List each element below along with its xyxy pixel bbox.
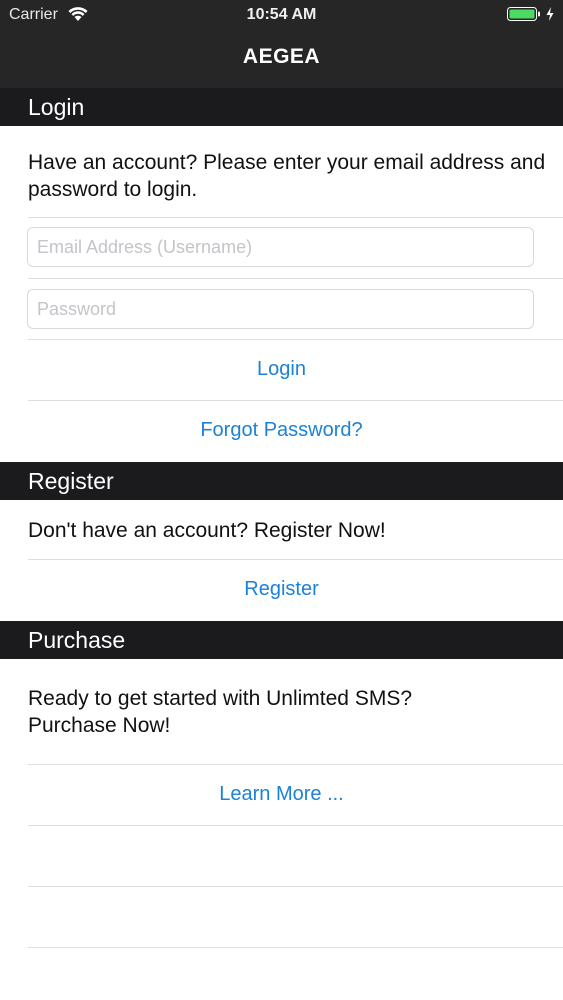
divider — [28, 400, 563, 401]
navigation-bar: Carrier 10:54 AM AEGEA — [0, 0, 563, 88]
status-time: 10:54 AM — [246, 6, 317, 23]
learn-more-button[interactable]: Learn More ... — [0, 783, 563, 806]
login-prompt: Have an account? Please enter your email… — [28, 151, 546, 201]
login-header-label: Login — [28, 94, 85, 120]
register-button[interactable]: Register — [0, 578, 563, 601]
divider — [28, 559, 563, 560]
divider — [28, 825, 563, 826]
divider — [28, 217, 563, 218]
register-section-header: Register — [0, 462, 563, 500]
divider — [28, 947, 563, 948]
login-button[interactable]: Login — [0, 358, 563, 381]
charging-bolt-icon — [546, 7, 554, 21]
battery-icon — [507, 7, 540, 21]
divider — [28, 339, 563, 340]
divider — [28, 278, 563, 279]
register-header-label: Register — [28, 468, 114, 494]
purchase-header-label: Purchase — [28, 627, 126, 653]
app-title: AEGEA — [242, 45, 321, 68]
login-section-header: Login — [0, 88, 563, 126]
divider — [28, 886, 563, 887]
purchase-prompt: Ready to get started with Unlimted SMS? … — [28, 687, 413, 737]
status-bar: Carrier 10:54 AM — [0, 0, 563, 30]
purchase-section-header: Purchase — [0, 621, 563, 659]
register-prompt: Don't have an account? Register Now! — [28, 519, 386, 542]
forgot-password-button[interactable]: Forgot Password? — [0, 419, 563, 442]
email-field[interactable] — [27, 227, 534, 267]
password-field[interactable] — [27, 289, 534, 329]
divider — [28, 764, 563, 765]
